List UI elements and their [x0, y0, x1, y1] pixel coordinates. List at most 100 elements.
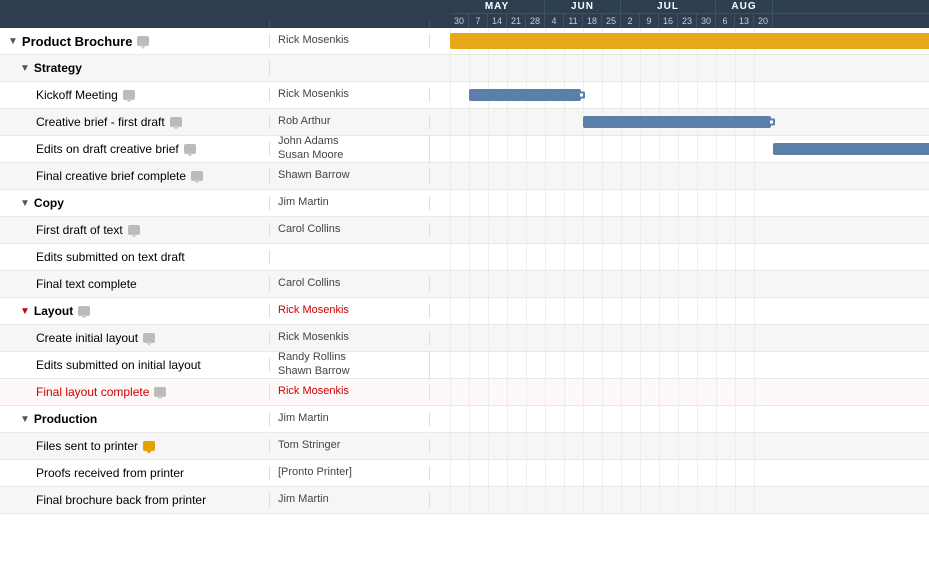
expand-triangle-icon[interactable]: ▼	[20, 198, 30, 209]
grid-line	[678, 433, 679, 459]
task-label: Kickoff Meeting	[36, 88, 118, 102]
grid-line	[469, 244, 470, 270]
grid-line	[678, 190, 679, 216]
task-cell: Create initial layout	[0, 331, 270, 345]
grid-line	[583, 271, 584, 297]
task-label: Edits on draft creative brief	[36, 142, 179, 156]
grid-line	[659, 460, 660, 486]
comment-icon[interactable]	[143, 441, 155, 451]
grid-line	[545, 352, 546, 378]
grid-line	[583, 487, 584, 513]
responsible-cell: Jim Martin	[270, 412, 430, 426]
responsible-cell: Rick Mosenkis	[270, 331, 430, 345]
grid-line	[716, 379, 717, 405]
grid-line	[716, 217, 717, 243]
task-cell: Final creative brief complete	[0, 169, 270, 183]
grid-line	[469, 460, 470, 486]
timeline-cell	[450, 244, 929, 270]
comment-icon[interactable]	[128, 225, 140, 235]
grid-line	[507, 136, 508, 162]
grid-line	[754, 190, 755, 216]
timeline-cell	[450, 28, 929, 54]
grid-line	[602, 460, 603, 486]
grid-line	[469, 190, 470, 216]
task-label: Edits submitted on initial layout	[36, 358, 201, 372]
grid-line	[659, 406, 660, 432]
grid-line	[659, 487, 660, 513]
comment-icon[interactable]	[154, 387, 166, 397]
comment-icon[interactable]	[78, 306, 90, 316]
grid-line	[469, 163, 470, 189]
bar-end-connector	[768, 119, 775, 126]
grid-line	[526, 352, 527, 378]
comment-icon[interactable]	[184, 144, 196, 154]
responsible-cell: Rick Mosenkis	[270, 385, 430, 399]
grid-line	[678, 298, 679, 324]
gantt-body: ▼Product BrochureRick Mosenkis▼StrategyK…	[0, 28, 929, 514]
grid-line	[450, 406, 451, 432]
expand-triangle-icon[interactable]: ▼	[20, 306, 30, 317]
grid-line	[621, 325, 622, 351]
grid-line	[507, 487, 508, 513]
timeline-cell	[450, 433, 929, 459]
grid-line	[697, 190, 698, 216]
grid-line	[545, 406, 546, 432]
grid-line	[564, 136, 565, 162]
expand-triangle-icon[interactable]: ▼	[8, 36, 18, 47]
grid-line	[659, 379, 660, 405]
grid-line	[507, 460, 508, 486]
grid-line	[602, 163, 603, 189]
comment-icon[interactable]	[137, 36, 149, 46]
grid-line	[678, 217, 679, 243]
gantt-bar[interactable]	[450, 33, 929, 49]
grid-line	[621, 244, 622, 270]
grid-line	[583, 190, 584, 216]
grid-line	[659, 82, 660, 108]
comment-icon[interactable]	[123, 90, 135, 100]
grid-line	[583, 325, 584, 351]
grid-line	[735, 271, 736, 297]
comment-icon[interactable]	[143, 333, 155, 343]
grid-line	[735, 487, 736, 513]
day-cell: 28	[526, 14, 545, 28]
grid-line	[754, 487, 755, 513]
expand-triangle-icon[interactable]: ▼	[20, 63, 30, 74]
comment-icon[interactable]	[170, 117, 182, 127]
comment-icon[interactable]	[191, 171, 203, 181]
grid-line	[754, 271, 755, 297]
grid-line	[716, 244, 717, 270]
grid-line	[488, 487, 489, 513]
gantt-bar[interactable]	[773, 143, 929, 155]
grid-line	[659, 55, 660, 81]
grid-line	[450, 379, 451, 405]
table-row: Final brochure back from printerJim Mart…	[0, 487, 929, 514]
table-row: Creative brief - first draftRob Arthur	[0, 109, 929, 136]
grid-line	[659, 217, 660, 243]
timeline-cell	[450, 163, 929, 189]
grid-line	[697, 433, 698, 459]
expand-triangle-icon[interactable]: ▼	[20, 414, 30, 425]
grid-line	[450, 460, 451, 486]
grid-line	[754, 352, 755, 378]
task-label: Copy	[34, 196, 64, 210]
grid-line	[450, 271, 451, 297]
grid-line	[545, 190, 546, 216]
task-cell: Files sent to printer	[0, 439, 270, 453]
table-row: Final layout completeRick Mosenkis	[0, 379, 929, 406]
table-row: ▼ProductionJim Martin	[0, 406, 929, 433]
grid-line	[583, 433, 584, 459]
grid-line	[659, 244, 660, 270]
days-row: 30714212841118252916233061320	[450, 14, 929, 28]
grid-line	[659, 433, 660, 459]
gantt-bar[interactable]	[583, 116, 771, 128]
task-label: Create initial layout	[36, 331, 138, 345]
task-label: Final creative brief complete	[36, 169, 186, 183]
grid-line	[545, 55, 546, 81]
table-row: ▼CopyJim Martin	[0, 190, 929, 217]
grid-line	[754, 460, 755, 486]
table-row: Edits submitted on initial layoutRandy R…	[0, 352, 929, 379]
grid-line	[583, 55, 584, 81]
grid-line	[450, 433, 451, 459]
grid-line	[621, 190, 622, 216]
gantt-bar[interactable]	[469, 89, 581, 101]
